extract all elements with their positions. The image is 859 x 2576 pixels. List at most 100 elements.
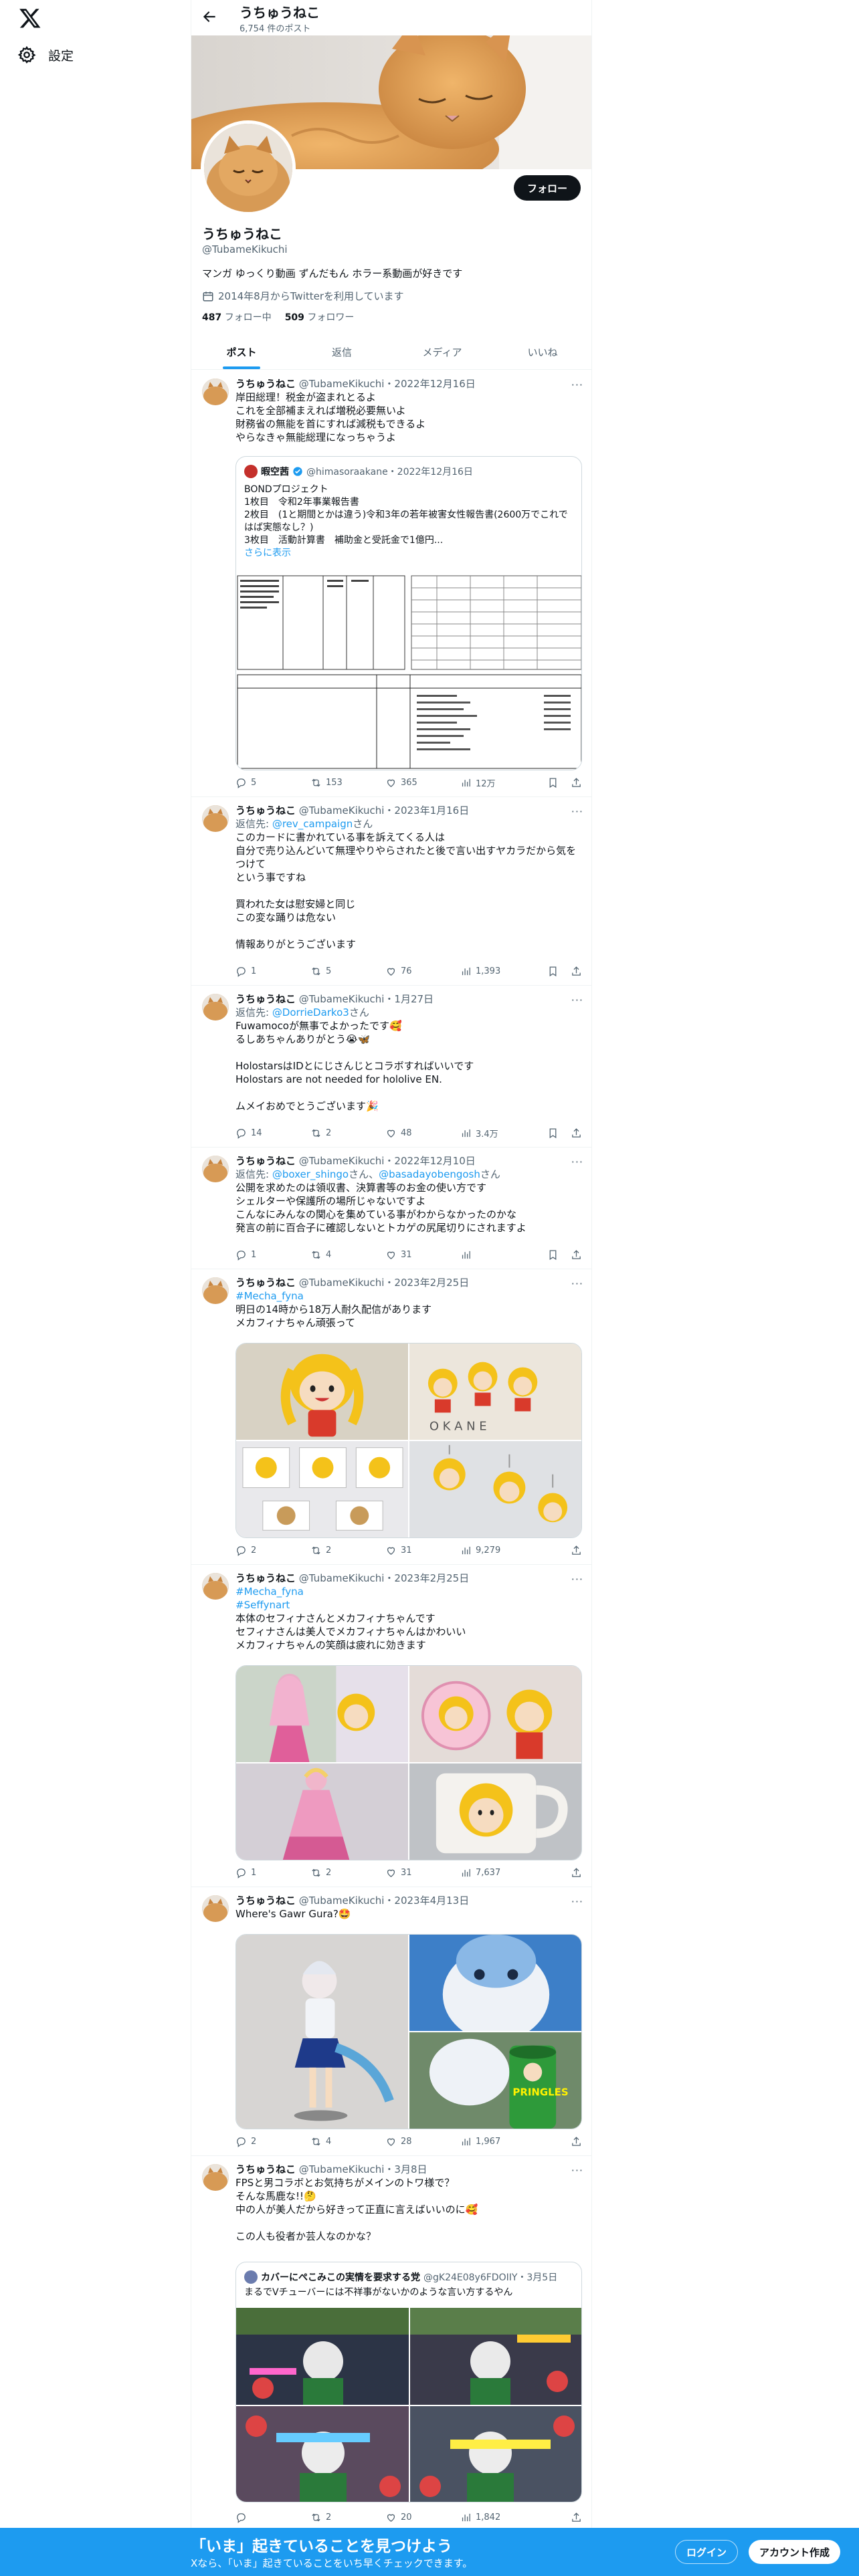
views-button[interactable]: 9,279: [460, 1545, 535, 1556]
share-icon[interactable]: [571, 777, 582, 788]
login-button[interactable]: ログイン: [675, 2540, 739, 2564]
media-image[interactable]: [410, 2406, 581, 2502]
tweet[interactable]: ··· うちゅうねこ @TubameKikuchi・2023年2月25日 #Me…: [191, 1269, 591, 1565]
tweet-avatar[interactable]: [202, 805, 229, 832]
tweet[interactable]: ··· うちゅうねこ @TubameKikuchi・2023年1月16日 返信先…: [191, 797, 591, 986]
share-icon[interactable]: [571, 1545, 582, 1556]
tweet-avatar[interactable]: [202, 1277, 229, 1304]
views-button[interactable]: 12万: [460, 776, 535, 789]
like-button[interactable]: 365: [385, 777, 460, 788]
reply-mention[interactable]: @boxer_shingo: [272, 1168, 349, 1180]
hashtag-link[interactable]: #Mecha_fyna: [235, 1585, 582, 1598]
media-image[interactable]: [410, 2308, 581, 2405]
hashtag-link-2[interactable]: #Seffynart: [235, 1598, 582, 1612]
media-image[interactable]: [409, 1666, 581, 1762]
tab-posts[interactable]: ポスト: [191, 334, 292, 369]
views-button[interactable]: 7,637: [460, 1867, 535, 1879]
tweet[interactable]: ··· うちゅうねこ @TubameKikuchi・2023年4月13日 Whe…: [191, 1887, 591, 2156]
settings-link[interactable]: 設定: [17, 45, 74, 64]
media-image[interactable]: PRINGLES: [409, 2032, 581, 2129]
reply-mention[interactable]: @rev_campaign: [272, 818, 353, 830]
tab-media[interactable]: メディア: [392, 334, 492, 369]
share-icon[interactable]: [571, 966, 582, 977]
following-link[interactable]: 487 フォロー中: [202, 310, 272, 324]
views-button[interactable]: 1,967: [460, 2136, 535, 2147]
tweet-author-name[interactable]: うちゅうねこ: [235, 378, 296, 390]
reply-button[interactable]: 14: [235, 1128, 310, 1139]
bookmark-icon[interactable]: [547, 777, 559, 788]
share-icon[interactable]: [571, 1867, 582, 1879]
reply-mention-2[interactable]: @basadayobengosh: [379, 1168, 480, 1180]
tweet-author-name[interactable]: うちゅうねこ: [235, 804, 296, 817]
tweet-author-name[interactable]: うちゅうねこ: [235, 1277, 296, 1289]
back-arrow-icon[interactable]: [201, 8, 218, 25]
tweet-author-name[interactable]: うちゅうねこ: [235, 1572, 296, 1584]
tweet[interactable]: ··· うちゅうねこ @TubameKikuchi・1月27日 返信先: @Do…: [191, 986, 591, 1148]
media-grid[interactable]: [235, 1665, 582, 1860]
share-icon[interactable]: [571, 2512, 582, 2523]
media-image[interactable]: [236, 1441, 408, 1537]
tweet-avatar[interactable]: [202, 1573, 229, 1600]
retweet-button[interactable]: 4: [310, 1249, 385, 1261]
retweet-button[interactable]: 153: [310, 777, 385, 788]
media-image[interactable]: [236, 1344, 408, 1440]
reply-button[interactable]: 2: [235, 2136, 310, 2147]
tweet-author-name[interactable]: うちゅうねこ: [235, 1155, 296, 1167]
views-button[interactable]: 1,842: [460, 2512, 535, 2523]
media-image[interactable]: [236, 1666, 408, 1762]
share-icon[interactable]: [571, 1249, 582, 1261]
hashtag-link[interactable]: #Mecha_fyna: [235, 1289, 582, 1303]
media-grid[interactable]: O K A N E: [235, 1343, 582, 1538]
tweet-author-name[interactable]: うちゅうねこ: [235, 993, 296, 1005]
tweet-author-name[interactable]: うちゅうねこ: [235, 1895, 296, 1907]
media-image[interactable]: [236, 1763, 408, 1860]
tweet-avatar[interactable]: [202, 994, 229, 1021]
like-button[interactable]: 31: [385, 1249, 460, 1261]
reply-button[interactable]: 1: [235, 966, 310, 977]
retweet-button[interactable]: 2: [310, 1128, 385, 1139]
media-image[interactable]: [409, 1763, 581, 1860]
tweet[interactable]: ··· うちゅうねこ @TubameKikuchi・2023年2月25日 #Me…: [191, 1565, 591, 1887]
tweet-avatar[interactable]: [202, 1156, 229, 1182]
tweet[interactable]: ··· うちゅうねこ @TubameKikuchi・2022年12月16日 岸田…: [191, 370, 591, 797]
reply-button[interactable]: 2: [235, 1545, 310, 1556]
media-image[interactable]: [236, 2308, 409, 2405]
tweet-author-name[interactable]: うちゅうねこ: [235, 2163, 296, 2175]
media-grid[interactable]: PRINGLES: [235, 1934, 582, 2129]
like-button[interactable]: 28: [385, 2136, 460, 2147]
like-button[interactable]: 20: [385, 2512, 460, 2523]
views-button[interactable]: [460, 1249, 535, 1261]
bookmark-icon[interactable]: [547, 1128, 559, 1139]
retweet-button[interactable]: 4: [310, 2136, 385, 2147]
like-button[interactable]: 31: [385, 1867, 460, 1879]
retweet-button[interactable]: 5: [310, 966, 385, 977]
show-more-link[interactable]: さらに表示: [244, 547, 575, 560]
reply-button[interactable]: 5: [235, 777, 310, 788]
media-image[interactable]: O K A N E: [409, 1344, 581, 1440]
bookmark-icon[interactable]: [547, 1249, 559, 1261]
tweet[interactable]: ··· うちゅうねこ @TubameKikuchi・3月8日 FPSと男コラボと…: [191, 2156, 591, 2531]
tweet[interactable]: ··· うちゅうねこ @TubameKikuchi・2022年12月10日 返信…: [191, 1148, 591, 1269]
quoted-tweet[interactable]: 暇空茜 @himasoraakane・2022年12月16日 BONDプロジェクト…: [235, 456, 582, 770]
reply-button[interactable]: 1: [235, 1249, 310, 1261]
media-image[interactable]: [409, 1935, 581, 2031]
reply-button[interactable]: [235, 2512, 310, 2523]
media-image[interactable]: [409, 1441, 581, 1537]
tab-replies[interactable]: 返信: [292, 334, 392, 369]
tab-likes[interactable]: いいね: [492, 334, 591, 369]
profile-avatar[interactable]: [201, 120, 296, 215]
retweet-button[interactable]: 2: [310, 1867, 385, 1879]
like-button[interactable]: 48: [385, 1128, 460, 1139]
bookmark-icon[interactable]: [547, 966, 559, 977]
retweet-button[interactable]: 2: [310, 1545, 385, 1556]
views-button[interactable]: 3.4万: [460, 1127, 535, 1140]
tweet-avatar[interactable]: [202, 2164, 229, 2191]
reply-button[interactable]: 1: [235, 1867, 310, 1879]
views-button[interactable]: 1,393: [460, 966, 535, 977]
media-image[interactable]: [236, 1935, 408, 2129]
tweet-avatar[interactable]: [202, 379, 229, 405]
like-button[interactable]: 31: [385, 1545, 460, 1556]
create-account-button[interactable]: アカウント作成: [749, 2540, 841, 2564]
reply-mention[interactable]: @DorrieDarko3: [272, 1006, 349, 1018]
followers-link[interactable]: 509 フォロワー: [285, 310, 355, 324]
